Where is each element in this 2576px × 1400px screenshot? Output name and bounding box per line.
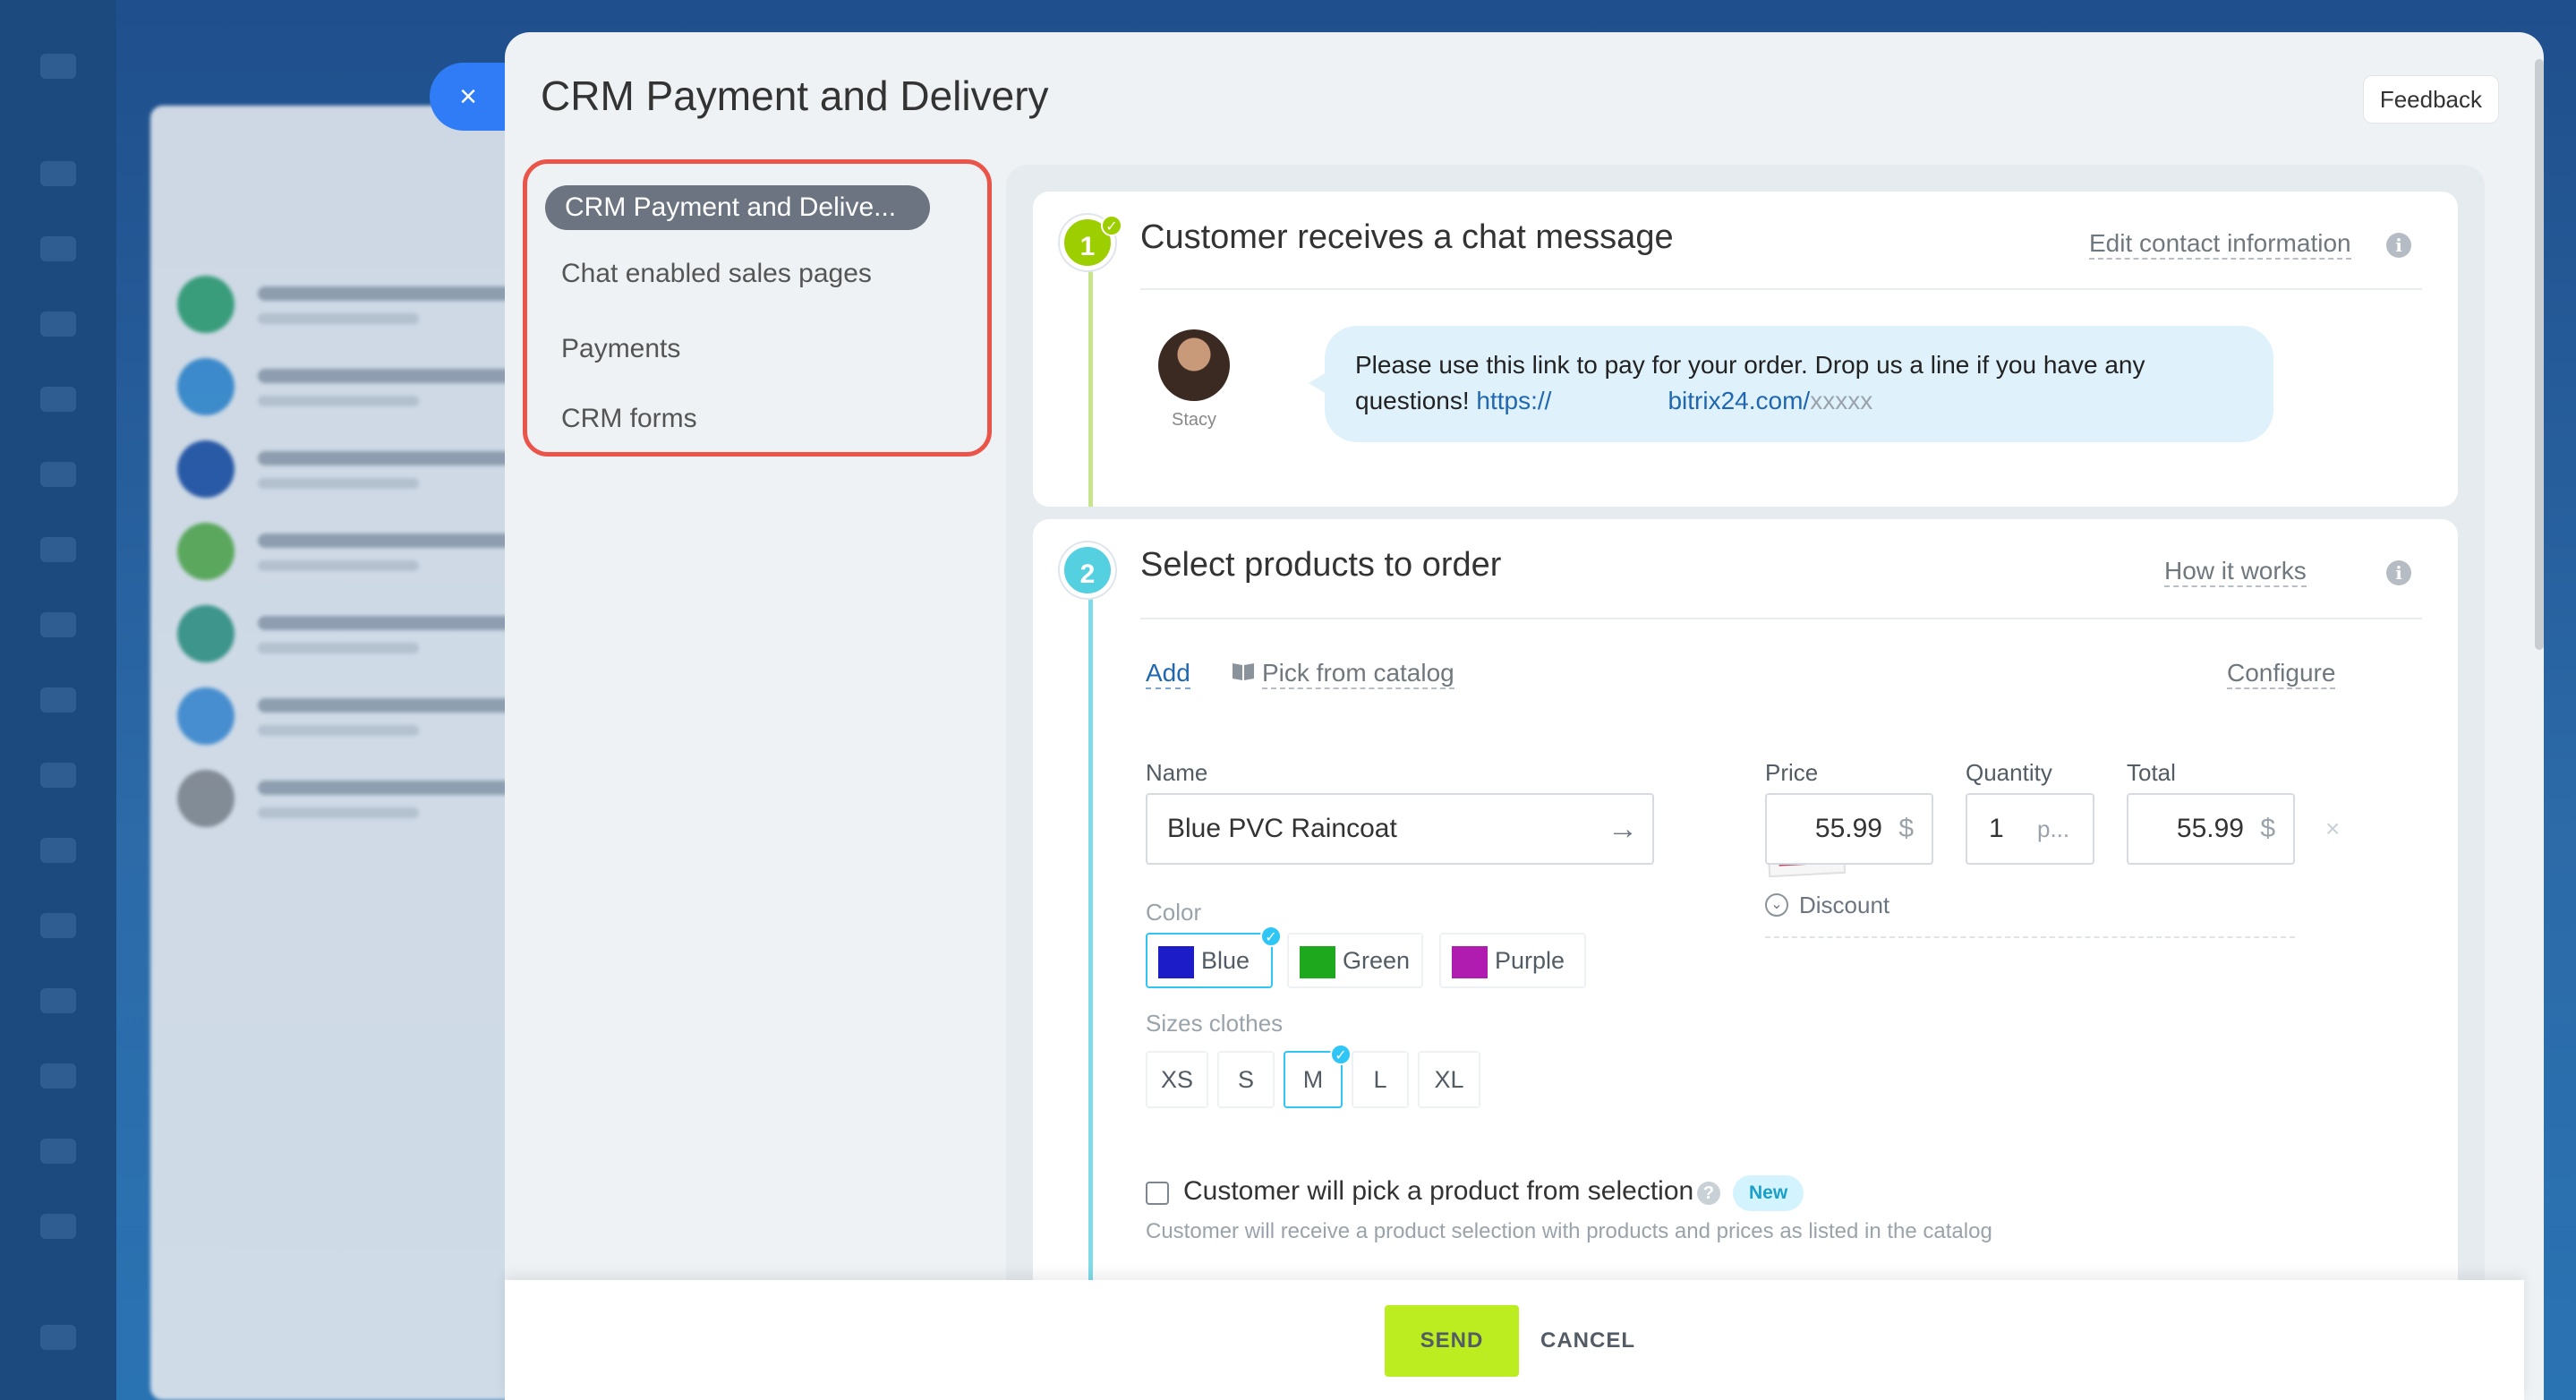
separator	[1140, 618, 2422, 619]
green-swatch	[1300, 946, 1335, 978]
size-option-xs[interactable]: XS	[1146, 1051, 1208, 1108]
color-name: Blue	[1201, 947, 1250, 974]
step-1-title: Customer receives a chat message	[1140, 218, 1674, 256]
price-label: Price	[1765, 759, 1819, 786]
product-name-value: Blue PVC Raincoat	[1167, 814, 1397, 843]
avatar	[1158, 329, 1230, 401]
step-2-number: 2	[1060, 542, 1115, 598]
size-option-s[interactable]: S	[1217, 1051, 1275, 1108]
chevron-down-icon[interactable]: ⌄	[1765, 893, 1788, 917]
step-1-card: 1 ✓ Customer receives a chat message Edi…	[1033, 192, 2458, 507]
content-area: 1 ✓ Customer receives a chat message Edi…	[1006, 165, 2485, 1400]
color-name: Purple	[1495, 947, 1565, 974]
configure-link[interactable]: Configure	[2227, 659, 2336, 689]
step-1-check-icon: ✓	[1101, 215, 1122, 236]
nav-item-crm-forms[interactable]: CRM forms	[561, 404, 697, 434]
price-input[interactable]: 55.99 $	[1765, 793, 1933, 865]
step-2-title: Select products to order	[1140, 546, 1502, 584]
total-value: 55.99	[2176, 814, 2244, 843]
selected-check-icon: ✓	[1330, 1044, 1352, 1065]
color-option-purple[interactable]: Purple	[1439, 933, 1586, 988]
name-label: Name	[1146, 759, 1208, 786]
background-chat-list	[150, 106, 562, 1400]
how-it-works-link[interactable]: How it works	[2164, 557, 2307, 587]
size-option-xl[interactable]: XL	[1418, 1051, 1480, 1108]
cancel-button[interactable]: CANCEL	[1534, 1305, 1642, 1377]
nav-item-crm-payment[interactable]: CRM Payment and Delive...	[545, 185, 930, 230]
quantity-unit: p...	[2037, 815, 2070, 842]
pick-from-catalog-link[interactable]: Pick from catalog	[1262, 659, 1454, 689]
payment-link-prefix: https://	[1476, 387, 1552, 414]
avatar-name: Stacy	[1171, 410, 1217, 430]
quantity-input[interactable]: 1 p...	[1966, 793, 2094, 865]
step-1-line	[1088, 245, 1093, 507]
total-input: 55.99 $	[2127, 793, 2295, 865]
quantity-label: Quantity	[1966, 759, 2052, 786]
background-left-menu	[0, 0, 116, 1400]
payment-link-suffix: xxxxx	[1810, 387, 1873, 414]
left-navigation: CRM Payment and Delive... Chat enabled s…	[523, 159, 992, 457]
color-option-blue[interactable]: Blue	[1146, 933, 1273, 988]
footer-bar: SEND CANCEL	[505, 1280, 2524, 1400]
pick-selection-label[interactable]: Customer will pick a product from select…	[1183, 1176, 1693, 1207]
page-title: CRM Payment and Delivery	[541, 73, 1049, 119]
color-option-green[interactable]: Green	[1287, 933, 1423, 988]
close-slider-button[interactable]: ×	[430, 63, 507, 131]
size-option-l[interactable]: L	[1352, 1051, 1409, 1108]
nav-item-payments[interactable]: Payments	[561, 334, 680, 364]
info-icon[interactable]: i	[2386, 233, 2411, 258]
blue-swatch	[1158, 946, 1194, 978]
pick-selection-hint: Customer will receive a product selectio…	[1146, 1219, 1992, 1243]
pick-selection-checkbox[interactable]	[1146, 1182, 1169, 1205]
color-label: Color	[1146, 899, 1202, 926]
send-button[interactable]: SEND	[1385, 1305, 1519, 1377]
close-icon: ×	[459, 79, 477, 114]
total-currency: $	[2260, 814, 2275, 843]
selected-check-icon: ✓	[1260, 926, 1282, 947]
price-currency: $	[1898, 814, 1914, 843]
new-badge: New	[1733, 1175, 1804, 1211]
chat-message-bubble: Please use this link to pay for your ord…	[1309, 326, 2273, 442]
edit-contact-link[interactable]: Edit contact information	[2089, 229, 2351, 260]
arrow-right-icon[interactable]: →	[1608, 795, 1638, 863]
feedback-button[interactable]: Feedback	[2362, 75, 2499, 124]
scrollbar[interactable]	[2535, 59, 2544, 650]
separator	[1140, 288, 2422, 290]
step-2-card: 2 Select products to order How it works …	[1033, 519, 2458, 1400]
remove-row-icon[interactable]: ×	[2325, 815, 2340, 843]
step-2-line	[1088, 573, 1093, 1400]
payment-link-domain: bitrix24.com/	[1668, 387, 1811, 414]
info-icon[interactable]: i	[2386, 560, 2411, 585]
product-name-input[interactable]: Blue PVC Raincoat →	[1146, 793, 1654, 865]
nav-item-chat-sales-pages[interactable]: Chat enabled sales pages	[561, 259, 872, 289]
help-icon[interactable]: ?	[1697, 1182, 1720, 1205]
color-name: Green	[1343, 947, 1411, 974]
sizes-label: Sizes clothes	[1146, 1010, 1284, 1037]
discount-toggle[interactable]: Discount	[1799, 892, 1889, 919]
slider-panel: CRM Payment and Delivery Feedback CRM Pa…	[505, 32, 2544, 1400]
catalog-book-icon	[1233, 663, 1254, 680]
add-product-link[interactable]: Add	[1146, 659, 1190, 689]
payment-link[interactable]: https:// bitrix24.com/	[1476, 387, 1810, 414]
discount-divider	[1765, 936, 2295, 938]
purple-swatch	[1452, 946, 1488, 978]
total-label: Total	[2127, 759, 2176, 786]
price-value: 55.99	[1814, 814, 1882, 843]
quantity-value: 1	[1989, 814, 2004, 843]
